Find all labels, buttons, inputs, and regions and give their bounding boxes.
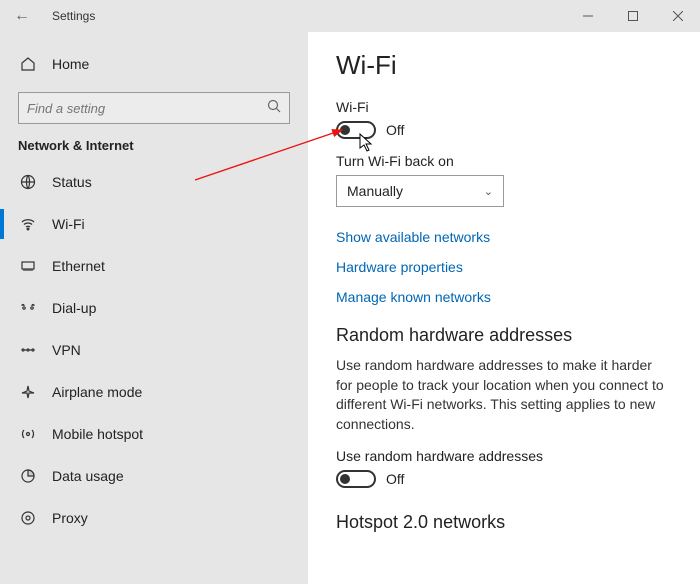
- hotspot-heading: Hotspot 2.0 networks: [336, 512, 672, 533]
- dropdown-value: Manually: [347, 183, 403, 199]
- window-title: Settings: [52, 9, 95, 23]
- content-pane: Wi-Fi Wi-Fi Off Turn Wi-Fi back on Manua…: [308, 32, 700, 584]
- search-box[interactable]: [18, 92, 290, 124]
- nav-label: Data usage: [52, 468, 124, 484]
- ethernet-icon: [18, 258, 38, 274]
- back-button[interactable]: ←: [0, 7, 44, 25]
- nav-item-vpn[interactable]: VPN: [0, 329, 308, 371]
- random-hw-desc: Use random hardware addresses to make it…: [336, 356, 672, 434]
- sidebar: Home Network & Internet Status Wi-Fi Eth…: [0, 32, 308, 584]
- home-icon: [18, 56, 38, 72]
- nav-item-datausage[interactable]: Data usage: [0, 455, 308, 497]
- home-label: Home: [52, 56, 89, 72]
- nav-item-dialup[interactable]: Dial-up: [0, 287, 308, 329]
- dialup-icon: [18, 300, 38, 316]
- nav-label: VPN: [52, 342, 81, 358]
- random-hw-toggle-state: Off: [386, 471, 404, 487]
- random-hw-toggle[interactable]: [336, 470, 376, 488]
- page-title: Wi-Fi: [336, 50, 672, 81]
- nav-label: Status: [52, 174, 92, 190]
- random-hw-toggle-label: Use random hardware addresses: [336, 448, 672, 464]
- nav-item-status[interactable]: Status: [0, 161, 308, 203]
- proxy-icon: [18, 510, 38, 526]
- nav-label: Mobile hotspot: [52, 426, 143, 442]
- link-manage-known[interactable]: Manage known networks: [336, 289, 672, 305]
- maximize-button[interactable]: [610, 0, 655, 32]
- nav-item-ethernet[interactable]: Ethernet: [0, 245, 308, 287]
- link-show-networks[interactable]: Show available networks: [336, 229, 672, 245]
- minimize-button[interactable]: [565, 0, 610, 32]
- back-on-dropdown[interactable]: Manually ⌄: [336, 175, 504, 207]
- wifi-toggle[interactable]: [336, 121, 376, 139]
- hotspot-icon: [18, 426, 38, 442]
- wifi-icon: [18, 216, 38, 232]
- nav-item-proxy[interactable]: Proxy: [0, 497, 308, 539]
- section-header: Network & Internet: [0, 138, 308, 161]
- nav-label: Proxy: [52, 510, 88, 526]
- airplane-icon: [18, 384, 38, 400]
- nav-item-hotspot[interactable]: Mobile hotspot: [0, 413, 308, 455]
- wifi-toggle-label: Wi-Fi: [336, 99, 672, 115]
- chevron-down-icon: ⌄: [484, 185, 493, 198]
- search-icon: [267, 99, 281, 118]
- titlebar: ← Settings: [0, 0, 700, 32]
- nav-label: Dial-up: [52, 300, 96, 316]
- close-button[interactable]: [655, 0, 700, 32]
- vpn-icon: [18, 342, 38, 358]
- data-usage-icon: [18, 468, 38, 484]
- search-input[interactable]: [27, 101, 267, 116]
- random-hw-heading: Random hardware addresses: [336, 325, 672, 346]
- status-icon: [18, 174, 38, 190]
- nav-item-wifi[interactable]: Wi-Fi: [0, 203, 308, 245]
- nav-label: Ethernet: [52, 258, 105, 274]
- back-on-label: Turn Wi-Fi back on: [336, 153, 672, 169]
- nav-label: Wi-Fi: [52, 216, 85, 232]
- nav-label: Airplane mode: [52, 384, 142, 400]
- home-nav[interactable]: Home: [0, 44, 308, 84]
- nav-item-airplane[interactable]: Airplane mode: [0, 371, 308, 413]
- wifi-toggle-state: Off: [386, 122, 404, 138]
- link-hardware-properties[interactable]: Hardware properties: [336, 259, 672, 275]
